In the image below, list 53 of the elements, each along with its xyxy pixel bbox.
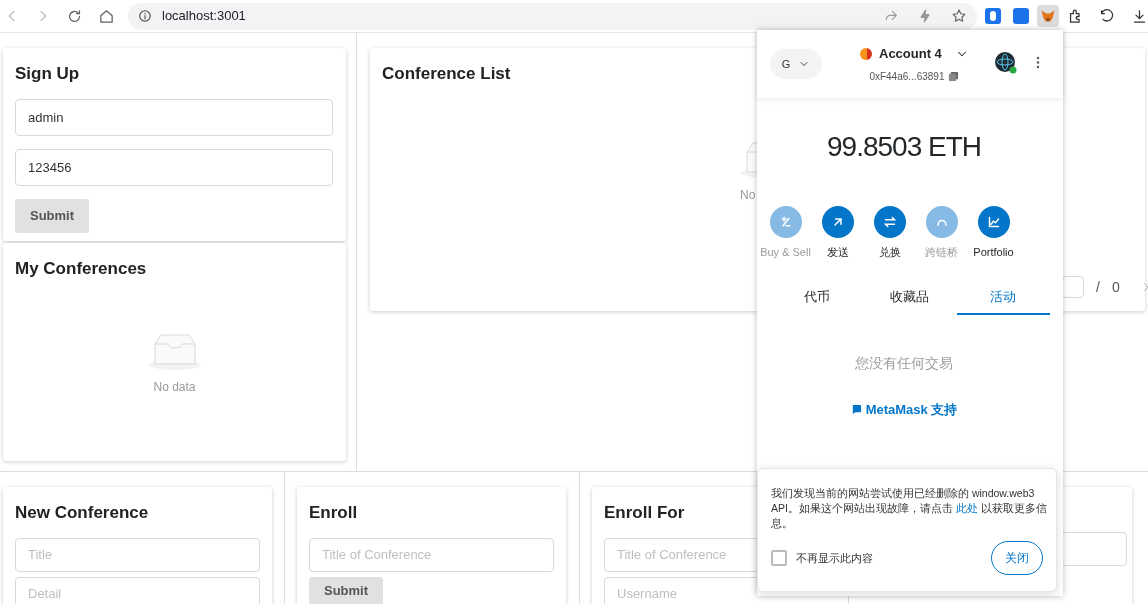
card-title: New Conference (15, 502, 149, 524)
input-field[interactable]: Title of Conference (309, 537, 554, 572)
card-title: Enroll (309, 502, 358, 524)
address-bar[interactable]: localhost:3001 (128, 2, 977, 30)
copy-icon[interactable] (948, 71, 960, 83)
fox-extension-icon[interactable] (1037, 5, 1059, 27)
page-separator: / (1096, 277, 1100, 297)
action-label: 发送 (826, 245, 849, 260)
url-text: localhost:3001 (162, 7, 246, 26)
notice-text: 我们发现当前的网站尝试使用已经删除的 window.web3 API。如果这个网站出现故障，请点击 此处 以获取更多信息。 (771, 486, 1048, 531)
wallet-balance: 99.8503 ETH (827, 130, 981, 164)
empty-text: No data (153, 378, 196, 396)
action-label: 跨链桥 (925, 245, 958, 260)
home-icon[interactable] (98, 7, 115, 25)
account-selector[interactable]: Account 4 (860, 43, 969, 64)
wallet-tab[interactable]: 收藏品 (863, 280, 957, 315)
chart-action-button[interactable] (977, 206, 1010, 238)
empty-activity-text: 您没有任何交易 (854, 353, 954, 373)
input-field[interactable]: Detail (15, 576, 260, 604)
network-selector[interactable]: G (770, 49, 822, 79)
here-link[interactable]: 此处 (955, 502, 978, 514)
chat-icon (850, 403, 862, 415)
card-title: My Conferences (15, 258, 147, 280)
action-label: Portfolio (973, 245, 1014, 260)
submit-button[interactable]: Submit (15, 198, 89, 233)
wallet-tab[interactable]: 活动 (956, 280, 1050, 315)
undo-icon[interactable] (1098, 7, 1115, 25)
input-field[interactable]: admin (15, 98, 333, 136)
action-label: Buy & Sell (760, 245, 811, 260)
empty-inbox-icon (147, 331, 202, 370)
reload-icon[interactable] (66, 7, 83, 25)
action-label: 兑换 (878, 245, 901, 260)
input-field[interactable]: Title (15, 537, 260, 572)
submit-button[interactable]: Submit (309, 576, 383, 604)
empty-text: No (740, 187, 756, 204)
checkbox[interactable] (771, 550, 787, 566)
download-icon[interactable] (1131, 7, 1148, 25)
wallet-tab[interactable]: 代币 (770, 280, 864, 315)
star-icon[interactable] (951, 8, 967, 24)
send-action-button[interactable] (821, 206, 854, 238)
support-link[interactable]: MetaMask 支持 (757, 399, 1063, 419)
wallet-address: 0xF44a6...63891 (869, 70, 945, 85)
input-field[interactable]: 123456 (15, 148, 333, 186)
card-title: Conference List (382, 63, 511, 85)
card-title: Enroll For (604, 502, 685, 524)
avatar-icon[interactable] (994, 51, 1018, 75)
info-icon[interactable] (138, 9, 152, 23)
extension-icon[interactable] (985, 8, 1001, 24)
swap-action-button[interactable] (873, 206, 906, 238)
bolt-icon[interactable] (917, 8, 933, 24)
card-title: Sign Up (15, 63, 80, 85)
more-options-icon[interactable] (1036, 56, 1040, 69)
page-total: 0 (1111, 277, 1120, 297)
